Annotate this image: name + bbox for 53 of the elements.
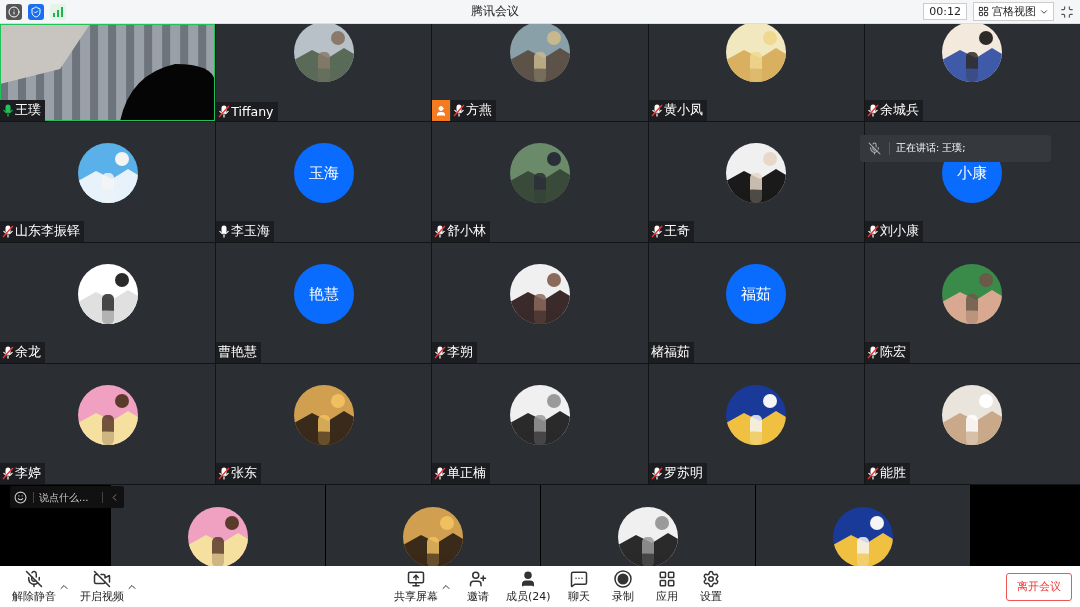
toolbar-button[interactable]: 聊天 xyxy=(558,569,599,604)
view-mode-dropdown[interactable]: 宫格视图 xyxy=(973,2,1054,21)
participant-name-text: 罗苏明 xyxy=(663,465,703,482)
participant-name-text: 楮福茹 xyxy=(650,344,690,361)
mic-muted-icon xyxy=(868,142,881,155)
signal-icon[interactable] xyxy=(50,3,66,20)
participant-name-text: 王奇 xyxy=(663,223,690,240)
info-icon[interactable] xyxy=(6,3,22,20)
participant-name-text: Tiffany xyxy=(231,104,274,119)
toolbar-button[interactable]: 解除静音 xyxy=(8,569,60,604)
shield-icon[interactable] xyxy=(28,3,44,20)
participant-name-text: 张东 xyxy=(231,465,258,482)
mic-muted-icon xyxy=(25,569,43,588)
participant-name-text: 山东李振铎 xyxy=(15,223,80,240)
participant-name-text: 单正楠 xyxy=(447,465,487,482)
window-title: 腾讯会议 xyxy=(469,3,520,20)
participant-name-text: 黄小凤 xyxy=(663,102,703,119)
toolbar-button[interactable]: 共享屏幕 xyxy=(390,569,442,604)
chat-input[interactable]: 说点什么... xyxy=(33,491,103,503)
apps-icon xyxy=(657,569,676,588)
participant-name-text: 李朔 xyxy=(447,344,474,361)
toolbar-button[interactable]: 录制 xyxy=(602,569,643,604)
exit-fullscreen-icon[interactable] xyxy=(1060,4,1074,19)
participant-name-text: 方燕 xyxy=(466,102,493,119)
initials-avatar: 玉海 xyxy=(293,143,354,203)
participant-name-text: 余龙 xyxy=(15,344,41,361)
toolbar-button[interactable]: 设置 xyxy=(690,569,731,604)
toolbar-button[interactable]: 开启视频 xyxy=(76,569,128,604)
speaking-text: 正在讲话: 王璞; xyxy=(889,142,966,155)
participant-name-text: 李玉海 xyxy=(231,223,271,240)
invite-icon xyxy=(469,569,487,588)
participant-name-text: 余城兵 xyxy=(879,102,919,119)
camera-off-icon xyxy=(93,569,111,588)
initials-avatar: 艳慧 xyxy=(293,264,354,324)
record-icon xyxy=(613,569,632,588)
toolbar-button[interactable]: 应用 xyxy=(646,569,687,604)
initials-avatar: 福茹 xyxy=(726,264,787,324)
meeting-timer: 00:12 xyxy=(923,3,967,20)
participant-name-text: 能胜 xyxy=(879,465,906,482)
toolbar-button[interactable]: 邀请 xyxy=(458,569,498,604)
participant-name-text: 王璞 xyxy=(15,102,41,119)
participant-name-text: 舒小林 xyxy=(447,223,487,240)
share-screen-icon xyxy=(407,569,425,588)
participant-name-text: 陈宏 xyxy=(879,344,906,361)
emoji-icon[interactable] xyxy=(14,490,27,504)
participant-name-text: 李婷 xyxy=(15,465,41,482)
settings-icon xyxy=(701,569,720,588)
leave-meeting-button[interactable]: 离开会议 xyxy=(1006,572,1072,601)
chat-icon xyxy=(569,569,588,588)
participant-name-text: 曹艳慧 xyxy=(218,344,258,361)
grid-icon xyxy=(978,6,989,17)
participant-name-text: 刘小康 xyxy=(879,223,919,240)
toolbar-button[interactable]: 成员(24) xyxy=(502,569,555,604)
